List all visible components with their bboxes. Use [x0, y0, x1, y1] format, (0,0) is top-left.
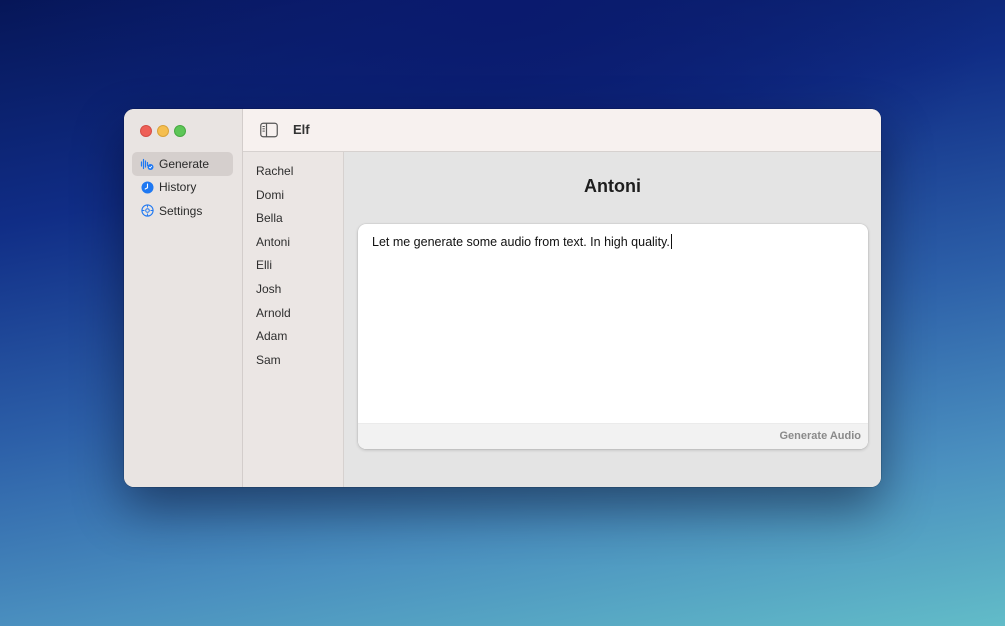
voice-item-adam[interactable]: Adam [243, 325, 343, 349]
toolbar: Elf [243, 109, 881, 152]
voice-item-rachel[interactable]: Rachel [243, 160, 343, 184]
voice-item-arnold[interactable]: Arnold [243, 302, 343, 326]
sidebar-item-label: Settings [159, 203, 203, 218]
voice-item-sam[interactable]: Sam [243, 349, 343, 373]
sidebar: Generate History Settings [124, 109, 243, 487]
text-editor-value: Let me generate some audio from text. In… [372, 235, 670, 249]
voice-item-elli[interactable]: Elli [243, 254, 343, 278]
app-title: Elf [293, 122, 310, 137]
minimize-window-button[interactable] [157, 125, 169, 137]
voice-item-bella[interactable]: Bella [243, 207, 343, 231]
voice-item-antoni[interactable]: Antoni [243, 231, 343, 255]
gear-icon [140, 204, 154, 218]
sidebar-item-label: History [159, 180, 197, 195]
sidebar-item-history[interactable]: History [132, 176, 233, 200]
text-caret [670, 234, 672, 249]
app-window: Generate History Settings Elf Rachel Dom… [124, 109, 881, 487]
voice-list: Rachel Domi Bella Antoni Elli Josh Arnol… [243, 152, 344, 487]
maximize-window-button[interactable] [174, 125, 186, 137]
waveform-icon [140, 157, 154, 171]
voice-title: Antoni [584, 176, 641, 196]
voice-detail: Antoni Let me generate some audio from t… [344, 152, 881, 487]
editor-footer: Generate Audio [358, 423, 868, 449]
sidebar-item-label: Generate [159, 156, 210, 171]
sidebar-nav: Generate History Settings [132, 152, 233, 223]
voice-item-domi[interactable]: Domi [243, 184, 343, 208]
sidebar-item-settings[interactable]: Settings [132, 199, 233, 223]
text-editor-content[interactable]: Let me generate some audio from text. In… [372, 234, 672, 249]
sidebar-item-generate[interactable]: Generate [132, 152, 233, 176]
sidebar-toggle-icon[interactable] [260, 122, 278, 138]
generate-audio-button[interactable]: Generate Audio [780, 430, 862, 442]
clock-icon [140, 180, 154, 194]
text-editor[interactable]: Let me generate some audio from text. In… [358, 224, 868, 449]
voice-item-josh[interactable]: Josh [243, 278, 343, 302]
close-window-button[interactable] [140, 125, 152, 137]
